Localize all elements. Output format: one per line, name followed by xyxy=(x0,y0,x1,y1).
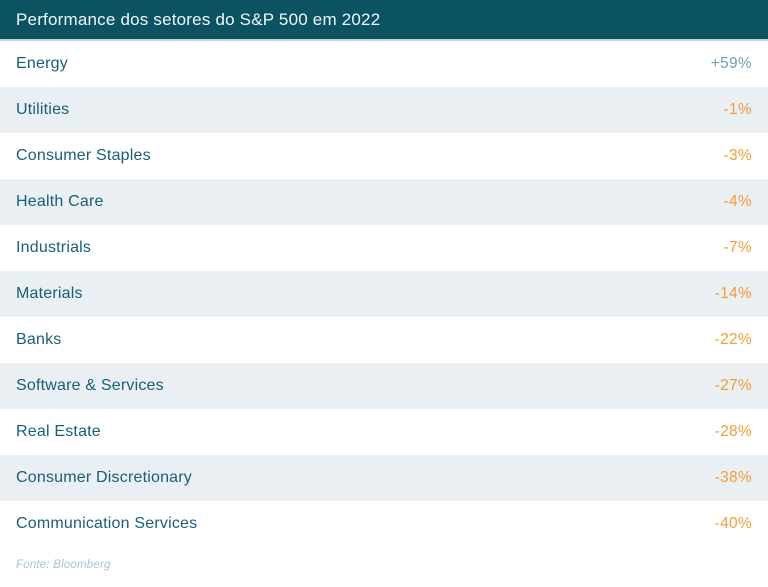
table-row: Communication Services -40% xyxy=(0,501,768,547)
table-row: Real Estate -28% xyxy=(0,409,768,455)
sector-label: Health Care xyxy=(16,193,104,211)
sector-value: -4% xyxy=(724,193,752,211)
source-credit: Fonte: Bloomberg xyxy=(16,559,111,571)
table-row: Consumer Staples -3% xyxy=(0,133,768,179)
table-row: Health Care -4% xyxy=(0,179,768,225)
table-row: Materials -14% xyxy=(0,271,768,317)
sector-value: -28% xyxy=(715,423,752,441)
table-row: Banks -22% xyxy=(0,317,768,363)
sector-label: Utilities xyxy=(16,101,69,119)
page-title: Performance dos setores do S&P 500 em 20… xyxy=(16,10,380,30)
sector-value: -40% xyxy=(715,515,752,533)
sector-label: Software & Services xyxy=(16,377,164,395)
chart-footer: Fonte: Bloomberg xyxy=(0,547,768,573)
sector-value: -27% xyxy=(715,377,752,395)
table-row: Utilities -1% xyxy=(0,87,768,133)
sector-label: Energy xyxy=(16,55,68,73)
table-row: Energy +59% xyxy=(0,41,768,87)
sector-label: Banks xyxy=(16,331,61,349)
sector-value: -3% xyxy=(724,147,752,165)
sector-label: Industrials xyxy=(16,239,91,257)
table-row: Consumer Discretionary -38% xyxy=(0,455,768,501)
sector-value: +59% xyxy=(711,55,752,73)
chart-header: Performance dos setores do S&P 500 em 20… xyxy=(0,0,768,41)
sector-table: Energy +59% Utilities -1% Consumer Stapl… xyxy=(0,41,768,547)
sector-label: Consumer Discretionary xyxy=(16,469,192,487)
sector-label: Consumer Staples xyxy=(16,147,151,165)
sector-value: -38% xyxy=(715,469,752,487)
sector-value: -7% xyxy=(724,239,752,257)
sector-label: Real Estate xyxy=(16,423,101,441)
sector-label: Materials xyxy=(16,285,83,303)
table-row: Software & Services -27% xyxy=(0,363,768,409)
sector-value: -1% xyxy=(724,101,752,119)
sector-value: -22% xyxy=(715,331,752,349)
sector-label: Communication Services xyxy=(16,515,197,533)
sector-value: -14% xyxy=(715,285,752,303)
table-row: Industrials -7% xyxy=(0,225,768,271)
